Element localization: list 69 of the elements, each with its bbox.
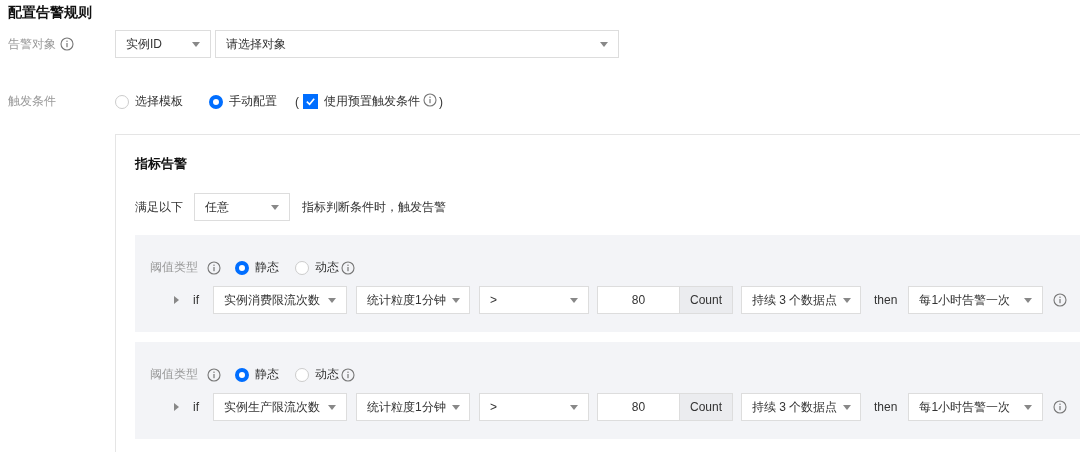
caret-icon xyxy=(451,297,460,303)
type-select[interactable]: 实例ID xyxy=(115,30,211,58)
expand-icon[interactable] xyxy=(174,296,179,304)
paren: ( xyxy=(295,94,299,109)
radio-option[interactable]: 静态 xyxy=(235,259,279,276)
duration-select[interactable]: 持续 3 个数据点 xyxy=(741,286,862,314)
info-icon xyxy=(341,260,355,275)
radio-option[interactable]: 手动配置 xyxy=(209,93,277,110)
operator-select[interactable]: > xyxy=(479,393,589,421)
value-input[interactable]: 80 xyxy=(597,393,680,421)
panel-title: 指标告警 xyxy=(135,155,188,173)
caret-icon xyxy=(192,41,200,47)
field-label: 触发条件 xyxy=(8,93,56,110)
section-title: 配置告警规则 xyxy=(8,4,93,22)
radio-option[interactable]: 动态 xyxy=(295,366,339,383)
period-select[interactable]: 统计粒度1分钟 xyxy=(356,286,470,314)
if-keyword: if xyxy=(193,293,199,307)
radio-circle[interactable] xyxy=(115,94,129,109)
info-icon xyxy=(60,37,74,51)
info-icon xyxy=(207,260,221,275)
duration-select[interactable]: 持续 3 个数据点 xyxy=(741,393,862,421)
radio-option[interactable]: 选择模板 xyxy=(115,93,183,110)
expand-icon[interactable] xyxy=(174,403,179,411)
checkbox[interactable] xyxy=(303,94,318,109)
field-label: 告警对象 xyxy=(8,35,56,53)
match-label: 满足以下 xyxy=(135,198,183,216)
radio-circle[interactable] xyxy=(235,367,249,382)
frequency-select[interactable]: 每1小时告警一次 xyxy=(908,393,1044,421)
caret-icon xyxy=(1024,404,1033,410)
caret-icon xyxy=(271,204,279,210)
caret-icon xyxy=(843,297,852,303)
field-label: 阈值类型 xyxy=(150,259,198,276)
radio-circle[interactable] xyxy=(295,260,309,275)
unit-label: Count xyxy=(680,393,734,421)
unit-label: Count xyxy=(680,286,734,314)
radio-option[interactable]: 动态 xyxy=(295,259,339,276)
preset-checkbox[interactable]: 使用预置触发条件 xyxy=(303,93,420,110)
period-select[interactable]: 统计粒度1分钟 xyxy=(356,393,470,421)
metric-select[interactable]: 实例消费限流次数 xyxy=(213,286,347,314)
check-icon xyxy=(305,96,316,107)
frequency-select[interactable]: 每1小时告警一次 xyxy=(908,286,1044,314)
caret-icon xyxy=(451,404,460,410)
if-keyword: if xyxy=(193,400,199,414)
caret-icon xyxy=(570,404,578,410)
metric-select[interactable]: 实例生产限流次数 xyxy=(213,393,347,421)
info-icon xyxy=(207,367,221,382)
caret-icon xyxy=(1024,297,1033,303)
info-icon xyxy=(1053,293,1068,307)
match-label: 指标判断条件时，触发告警 xyxy=(302,198,446,216)
radio-option[interactable]: 静态 xyxy=(235,366,279,383)
then-keyword: then xyxy=(874,293,898,307)
radio-circle[interactable] xyxy=(209,94,223,109)
radio-circle[interactable] xyxy=(235,260,249,275)
paren: ) xyxy=(439,94,443,109)
object-select[interactable]: 请选择对象 xyxy=(215,30,619,58)
info-icon xyxy=(1053,400,1068,414)
info-icon xyxy=(423,93,437,107)
value-input[interactable]: 80 xyxy=(597,286,680,314)
match-select[interactable]: 任意 xyxy=(194,193,290,221)
field-label: 阈值类型 xyxy=(150,366,198,383)
caret-icon xyxy=(570,297,578,303)
radio-circle[interactable] xyxy=(295,367,309,382)
caret-icon xyxy=(600,41,608,47)
then-keyword: then xyxy=(874,400,898,414)
caret-icon xyxy=(328,404,336,410)
caret-icon xyxy=(328,297,336,303)
info-icon xyxy=(341,367,355,382)
operator-select[interactable]: > xyxy=(479,286,589,314)
caret-icon xyxy=(843,404,852,410)
